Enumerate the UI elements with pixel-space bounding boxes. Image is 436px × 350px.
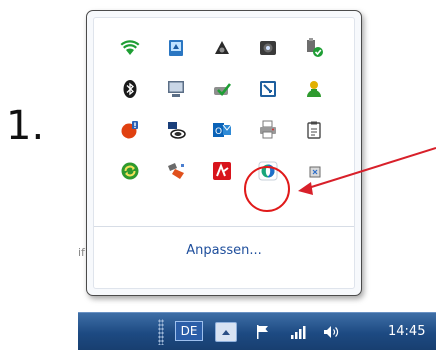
speaker-wizard-icon[interactable] (199, 27, 245, 68)
sync-check-icon[interactable] (199, 68, 245, 109)
printer-icon[interactable] (245, 109, 291, 150)
tray-icon-grid: O (107, 27, 337, 191)
update-alert-icon[interactable] (107, 109, 153, 150)
taskbar-clock[interactable]: 14:45 (388, 324, 425, 339)
display-icon[interactable] (153, 68, 199, 109)
bluetooth-icon[interactable] (107, 68, 153, 109)
refresh-icon[interactable] (107, 150, 153, 191)
outlook-icon[interactable]: O (199, 109, 245, 150)
safely-remove-icon[interactable] (153, 150, 199, 191)
sound-manager-icon[interactable] (153, 109, 199, 150)
customize-link[interactable]: Anpassen... (87, 243, 361, 258)
webcam-icon[interactable] (245, 27, 291, 68)
settings-window-icon[interactable] (245, 68, 291, 109)
svg-text:O: O (215, 127, 222, 137)
chevron-up-icon (222, 330, 230, 335)
taskbar: DE 14:45 (78, 312, 436, 350)
clipboard-icon[interactable] (291, 109, 337, 150)
language-indicator[interactable]: DE (175, 321, 203, 341)
step-number: 1. (6, 103, 45, 149)
network-manager-icon[interactable] (153, 27, 199, 68)
user-agent-icon[interactable] (291, 68, 337, 109)
taskbar-grip[interactable] (158, 319, 164, 345)
antivirus-icon[interactable] (199, 150, 245, 191)
action-center-flag-icon[interactable] (253, 322, 273, 342)
show-hidden-icons-button[interactable] (215, 322, 237, 342)
highlight-circle (244, 166, 290, 212)
wifi-icon[interactable] (107, 27, 153, 68)
notification-area-flyout: O Anpassen... (86, 10, 362, 296)
dropbox-icon[interactable] (291, 150, 337, 191)
flyout-divider (94, 226, 354, 227)
usb-safe-icon[interactable] (291, 27, 337, 68)
network-signal-icon[interactable] (286, 322, 310, 342)
background-text-fragment: if (78, 246, 85, 259)
volume-icon[interactable] (320, 322, 344, 342)
